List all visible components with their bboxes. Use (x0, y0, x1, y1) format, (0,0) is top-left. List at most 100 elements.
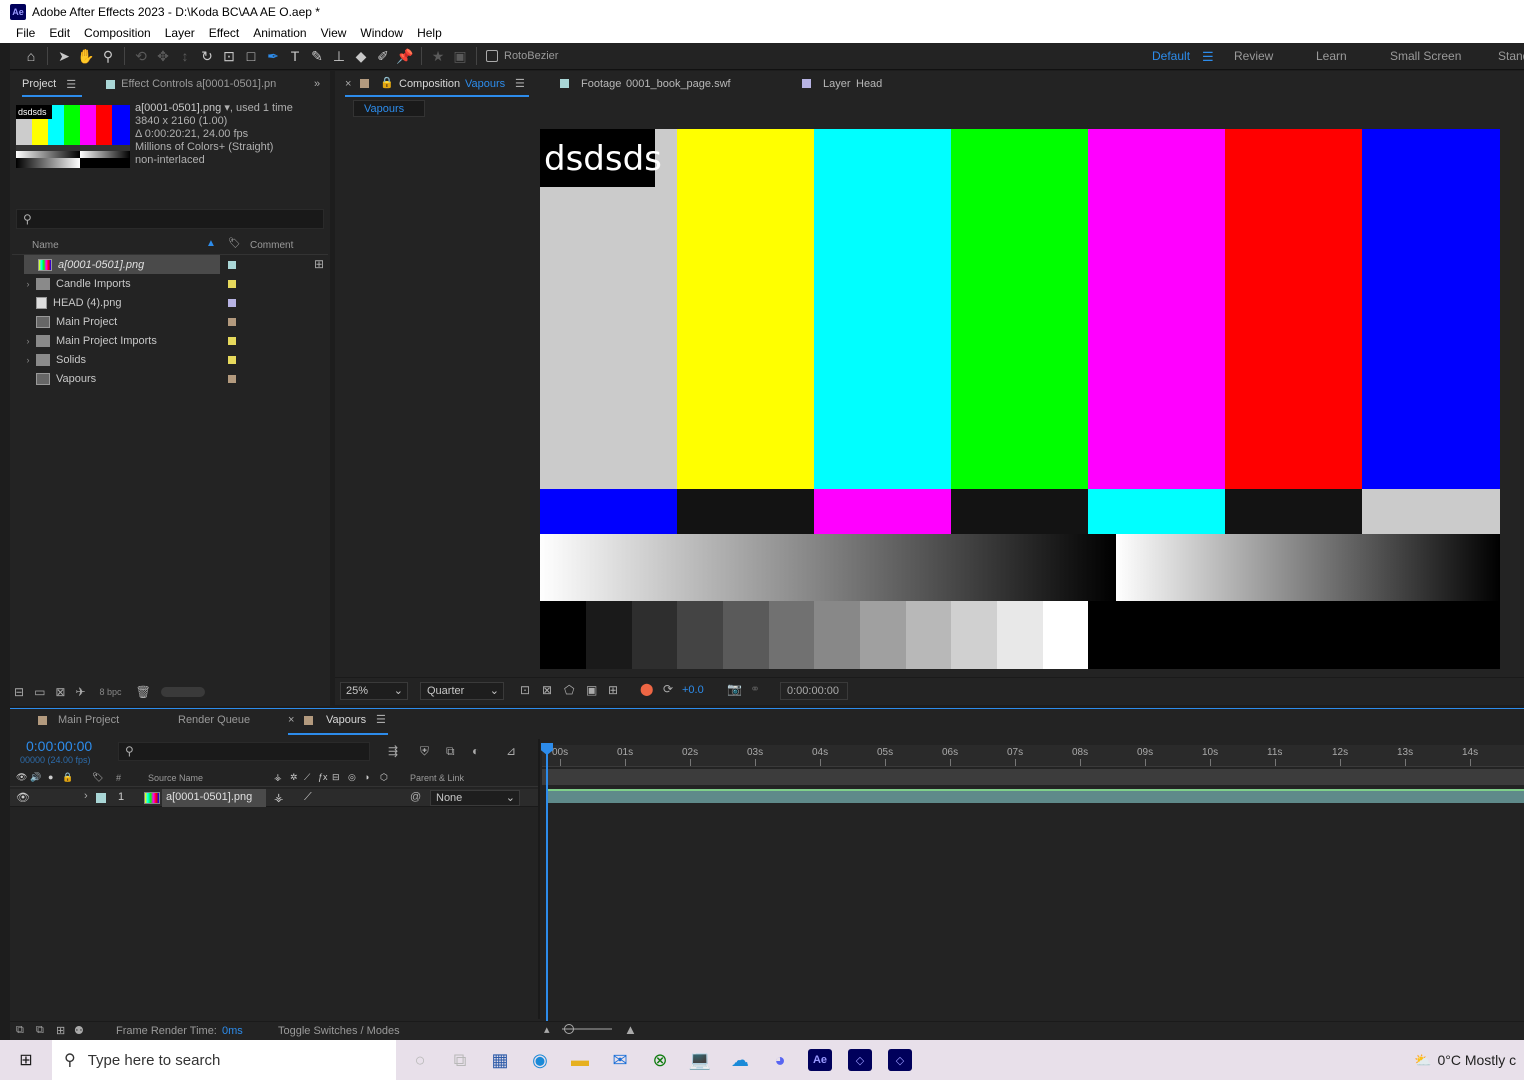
weather-widget[interactable]: ⛅ 0°C Mostly c (1414, 1052, 1524, 1069)
transfer-controls-icon[interactable]: ⧉ (36, 1024, 44, 1037)
media-encoder-taskbar-icon[interactable]: ◇ (840, 1040, 880, 1080)
discord-icon[interactable]: ◕ (760, 1040, 800, 1080)
video-visibility-icon[interactable]: 👁 (16, 791, 30, 804)
dolly-camera-icon[interactable]: ↕ (174, 45, 196, 67)
composition-frame[interactable]: dsdsds (540, 129, 1500, 669)
motion-blur-icon[interactable]: ◐ (472, 744, 479, 758)
fast-previews-icon[interactable]: ⊡ (520, 683, 530, 697)
project-item[interactable]: › Solids (22, 350, 322, 369)
frame-blend-switch-icon[interactable]: ⊟ (332, 772, 340, 783)
workspace-default[interactable]: Default (1152, 43, 1190, 70)
hand-tool-icon[interactable]: ✋ (75, 45, 97, 67)
after-effects-taskbar-icon[interactable]: Ae (800, 1040, 840, 1080)
new-composition-icon[interactable]: ⊠ (55, 685, 65, 699)
mask-visibility-icon[interactable]: ⬠ (564, 683, 574, 697)
reset-exposure-icon[interactable]: ⟳ (663, 682, 673, 696)
project-item[interactable]: Main Project (22, 312, 322, 331)
menu-help[interactable]: Help (417, 26, 442, 40)
composition-tab-prefix[interactable]: Composition (399, 78, 460, 90)
menu-edit[interactable]: Edit (49, 26, 70, 40)
region-of-interest-icon[interactable]: ▣ (586, 683, 597, 697)
label-swatch[interactable] (96, 793, 106, 803)
composition-mini-flowchart-icon[interactable]: ⇶ (388, 744, 398, 758)
brush-tool-icon[interactable]: ✎ (306, 45, 328, 67)
project-item[interactable]: HEAD (4).png (22, 293, 322, 312)
timeline-search-input[interactable]: ⚲ (118, 742, 370, 761)
project-search-input[interactable]: ⚲ (16, 209, 324, 229)
rectangle-tool-icon[interactable]: □ (240, 45, 262, 67)
pan-camera-icon[interactable]: ✥ (152, 45, 174, 67)
home-icon[interactable]: ⌂ (20, 45, 42, 67)
new-folder-icon[interactable]: ▭ (34, 685, 45, 699)
label-column-icon[interactable]: 🏷 (228, 238, 241, 249)
render-icon[interactable]: ✈ (75, 685, 85, 699)
expand-arrow-icon[interactable]: › (22, 279, 34, 289)
grid-guides-icon[interactable]: ⊞ (608, 683, 618, 697)
name-column-header[interactable]: Name (32, 240, 59, 251)
composition-breadcrumb[interactable]: Vapours (353, 100, 425, 117)
xbox-icon[interactable]: ⊗ (640, 1040, 680, 1080)
mail-icon[interactable]: ✉ (600, 1040, 640, 1080)
label-swatch[interactable] (228, 299, 236, 307)
current-time-display[interactable]: 0:00:00:00 (26, 738, 92, 754)
project-item[interactable]: › Main Project Imports (22, 331, 322, 350)
label-swatch[interactable] (228, 261, 236, 269)
time-ruler[interactable]: 00s 01s 02s 03s 04s 05s 06s 07s 08s 09s 10s 11s 12s 1… (542, 745, 1524, 767)
file-explorer-icon[interactable]: ▬ (560, 1040, 600, 1080)
orbit-camera-icon[interactable]: ⟲ (130, 45, 152, 67)
panel-overflow-icon[interactable]: » (314, 78, 320, 90)
clone-stamp-tool-icon[interactable]: ⊥ (328, 45, 350, 67)
menu-window[interactable]: Window (360, 26, 403, 40)
expand-arrow-icon[interactable]: › (22, 336, 34, 346)
effect-controls-tab[interactable]: Effect Controls a[0001-0501].pn (121, 78, 276, 90)
edge-browser-icon[interactable]: ◉ (520, 1040, 560, 1080)
toggle-switches-modes[interactable]: Toggle Switches / Modes (278, 1025, 400, 1037)
taskbar-search-box[interactable]: ⚲ Type here to search (52, 1040, 396, 1080)
collapse-switch-icon[interactable]: ✲ (290, 772, 298, 783)
pen-tool-icon[interactable]: ✒ (262, 45, 284, 67)
thumbnail-slider[interactable] (160, 687, 205, 697)
audio-icon[interactable]: 🔊 (30, 772, 41, 783)
project-item[interactable]: Vapours (22, 369, 322, 388)
interpret-footage-icon[interactable]: ⊟ (14, 685, 24, 699)
timeline-panel-menu-icon[interactable]: ☰ (376, 713, 386, 726)
workspace-review[interactable]: Review (1234, 43, 1273, 70)
render-queue-tab[interactable]: Render Queue (178, 714, 250, 726)
transparency-grid-icon[interactable]: ⊠ (542, 683, 552, 697)
parent-select[interactable]: None ⌄ (430, 790, 520, 806)
shy-switch-icon[interactable]: ⚶ (274, 772, 282, 783)
video-visibility-icon[interactable]: 👁 (16, 772, 27, 783)
rotate-tool-icon[interactable]: ↻ (196, 45, 218, 67)
layer-switches-icon[interactable]: ⧉ (16, 1024, 24, 1037)
menu-view[interactable]: View (321, 26, 347, 40)
pick-whip-icon[interactable]: @ (410, 791, 421, 803)
close-tab-icon[interactable]: × (288, 714, 294, 726)
task-view-icon[interactable]: ⧉ (440, 1040, 480, 1080)
media-encoder-taskbar-icon-2[interactable]: ◇ (880, 1040, 920, 1080)
workspace-menu-icon[interactable]: ☰ (1202, 43, 1214, 70)
close-tab-icon[interactable]: × (345, 78, 351, 90)
microsoft-store-icon[interactable]: ▦ (480, 1040, 520, 1080)
cortana-icon[interactable]: ○ (400, 1040, 440, 1080)
workspace-learn[interactable]: Learn (1316, 43, 1347, 70)
draft-3d-icon[interactable]: ⛨ (420, 744, 429, 759)
adjustment-switch-icon[interactable]: ◑ (364, 772, 369, 782)
expand-arrow-icon[interactable]: › (22, 355, 34, 365)
layer-tab-prefix[interactable]: Layer (823, 78, 851, 90)
zoom-tool-icon[interactable]: ⚲ (97, 45, 119, 67)
label-swatch[interactable] (228, 356, 236, 364)
in-out-stretch-icon[interactable]: ⊞ (56, 1024, 65, 1037)
3d-layer-switch-icon[interactable]: ⬡ (380, 772, 388, 783)
shy-switch-icon[interactable]: ⚶ (274, 791, 283, 804)
magnification-select[interactable]: 25% ⌄ (340, 682, 408, 700)
footage-tab-name[interactable]: 0001_book_page.swf (626, 78, 731, 90)
lock-icon[interactable]: 🔒 (62, 772, 73, 783)
type-tool-icon[interactable]: T (284, 45, 306, 67)
fx-switch-icon[interactable]: ƒx (318, 772, 328, 782)
project-item[interactable]: a[0001-0501].png (24, 255, 220, 274)
layer-tab-name[interactable]: Head (856, 78, 882, 90)
timeline-tab-main-project[interactable]: Main Project (58, 714, 119, 726)
roto-brush-tool-icon[interactable]: ✐ (372, 45, 394, 67)
source-name-header[interactable]: Source Name (148, 773, 203, 783)
selection-tool-icon[interactable]: ➤ (53, 45, 75, 67)
